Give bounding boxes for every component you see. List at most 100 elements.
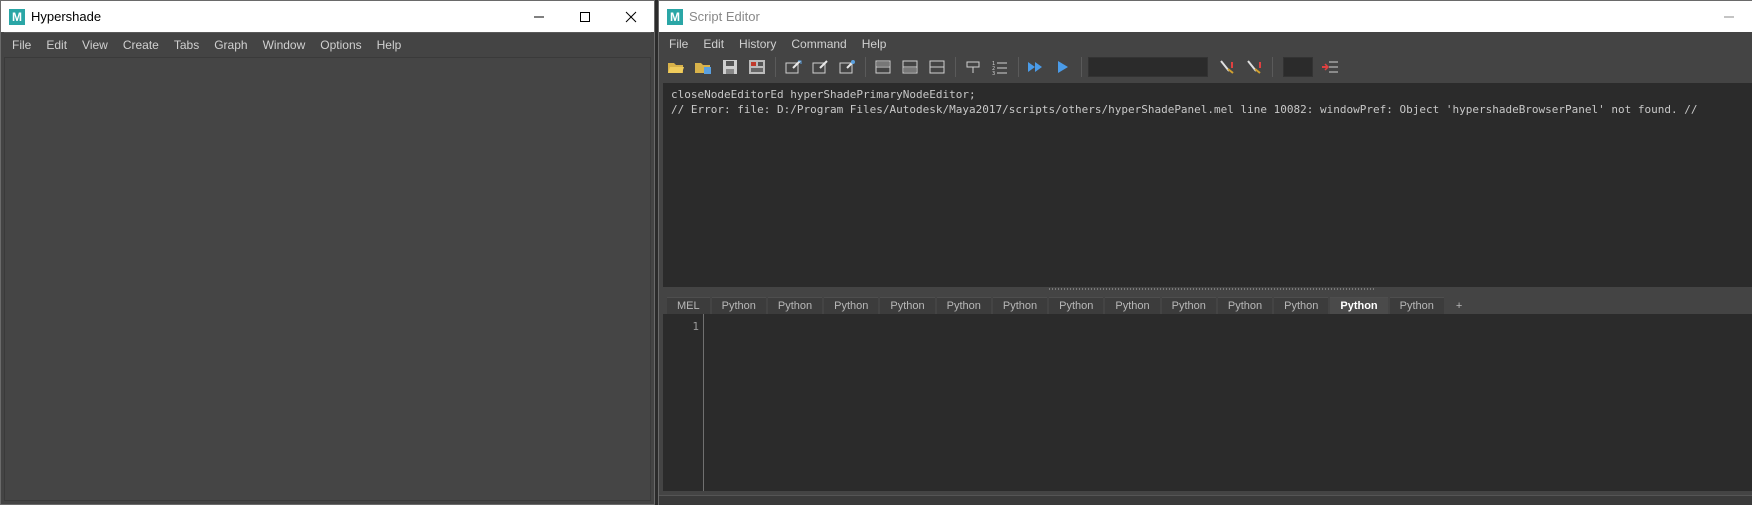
script-editor-titlebar[interactable]: M Script Editor bbox=[659, 1, 1752, 32]
maya-icon: M bbox=[667, 8, 683, 25]
tab-python-active[interactable]: Python bbox=[1330, 297, 1388, 314]
window-title: Hypershade bbox=[31, 9, 102, 24]
line-number-gutter: 1 bbox=[663, 314, 704, 491]
clear-history-icon bbox=[785, 60, 802, 74]
save-script-button[interactable] bbox=[719, 57, 741, 77]
minimize-button[interactable] bbox=[516, 1, 562, 32]
search-field[interactable] bbox=[1088, 57, 1208, 77]
svg-text:3: 3 bbox=[992, 71, 995, 75]
source-script-button[interactable] bbox=[692, 57, 714, 77]
clear-all-icon bbox=[839, 60, 855, 74]
tab-python[interactable]: Python bbox=[1274, 297, 1329, 314]
maximize-icon bbox=[580, 11, 590, 22]
toolbar-separator bbox=[865, 57, 866, 77]
hypershade-menubar: File Edit View Create Tabs Graph Window … bbox=[4, 32, 651, 57]
pane-splitter[interactable] bbox=[1049, 288, 1374, 290]
tab-python[interactable]: Python bbox=[992, 297, 1048, 314]
hypershade-window: M Hypershade File Edit View Create Tabs … bbox=[0, 0, 655, 505]
clear-all-button[interactable] bbox=[836, 57, 858, 77]
goto-line-field[interactable] bbox=[1283, 57, 1313, 77]
maya-icon: M bbox=[9, 8, 25, 25]
show-input-only-button[interactable] bbox=[899, 57, 921, 77]
tab-python[interactable]: Python bbox=[880, 297, 935, 314]
tab-python[interactable]: Python bbox=[767, 297, 823, 314]
minimize-icon bbox=[534, 16, 544, 17]
execute-button[interactable] bbox=[1052, 57, 1074, 77]
search-down-icon bbox=[1247, 60, 1261, 74]
tab-python[interactable]: Python bbox=[711, 297, 766, 314]
folder-open-icon bbox=[668, 63, 684, 73]
script-editor-toolbar: 123 bbox=[659, 54, 1752, 80]
menu-view[interactable]: View bbox=[82, 38, 108, 52]
script-editor-menubar: File Edit History Command Help bbox=[659, 32, 1752, 56]
toolbar-separator bbox=[1018, 57, 1019, 77]
line-numbers-button[interactable]: 123 bbox=[989, 57, 1011, 77]
clear-history-button[interactable] bbox=[782, 57, 804, 77]
close-button[interactable] bbox=[608, 1, 654, 32]
tab-python[interactable]: Python bbox=[1389, 297, 1444, 314]
tab-python[interactable]: Python bbox=[1161, 297, 1216, 314]
toolbar-separator bbox=[1081, 57, 1082, 77]
menu-file[interactable]: File bbox=[669, 37, 688, 51]
goto-line-button[interactable] bbox=[1319, 57, 1341, 77]
history-line-error: // Error: file: D:/Program Files/Autodes… bbox=[671, 103, 1698, 116]
script-input-editor[interactable]: 1 bbox=[663, 314, 1752, 491]
goto-line-icon bbox=[1322, 61, 1338, 73]
tab-mel[interactable]: MEL bbox=[667, 297, 710, 314]
history-pane[interactable]: closeNodeEditorEd hyperShadePrimaryNodeE… bbox=[663, 83, 1752, 287]
menu-window[interactable]: Window bbox=[263, 38, 306, 52]
menu-options[interactable]: Options bbox=[320, 38, 361, 52]
minimize-icon bbox=[1724, 16, 1734, 17]
menu-help[interactable]: Help bbox=[377, 38, 402, 52]
execute-icon bbox=[1058, 61, 1068, 73]
menu-graph[interactable]: Graph bbox=[214, 38, 247, 52]
line-number: 1 bbox=[692, 320, 699, 333]
find-next-button[interactable] bbox=[1243, 57, 1265, 77]
menu-edit[interactable]: Edit bbox=[703, 37, 724, 51]
menu-create[interactable]: Create bbox=[123, 38, 159, 52]
editor-scrollbar[interactable] bbox=[659, 495, 1752, 505]
menu-command[interactable]: Command bbox=[791, 37, 846, 51]
search-up-icon bbox=[1220, 60, 1234, 74]
save-icon bbox=[723, 60, 737, 74]
execute-all-icon bbox=[1028, 62, 1042, 72]
find-previous-button[interactable] bbox=[1216, 57, 1238, 77]
menu-file[interactable]: File bbox=[12, 38, 31, 52]
toolbar-separator bbox=[775, 57, 776, 77]
tab-python[interactable]: Python bbox=[1217, 297, 1273, 314]
folder-source-icon bbox=[695, 63, 711, 74]
menu-edit[interactable]: Edit bbox=[46, 38, 67, 52]
history-line: closeNodeEditorEd hyperShadePrimaryNodeE… bbox=[671, 88, 976, 101]
close-icon bbox=[625, 11, 637, 22]
minimize-button[interactable] bbox=[1706, 1, 1752, 32]
tab-python[interactable]: Python bbox=[824, 297, 879, 314]
menu-history[interactable]: History bbox=[739, 37, 776, 51]
echo-commands-button[interactable] bbox=[962, 57, 984, 77]
script-editor-window: M Script Editor File Edit History Comman… bbox=[658, 0, 1752, 505]
tab-python[interactable]: Python bbox=[1105, 297, 1160, 314]
menu-tabs[interactable]: Tabs bbox=[174, 38, 199, 52]
add-tab-button[interactable]: + bbox=[1446, 298, 1472, 314]
show-both-button[interactable] bbox=[926, 57, 948, 77]
tab-python[interactable]: Python bbox=[1049, 297, 1104, 314]
toolbar-separator bbox=[955, 57, 956, 77]
layout-history-icon bbox=[875, 60, 891, 74]
execute-all-button[interactable] bbox=[1025, 57, 1047, 77]
layout-both-icon bbox=[929, 60, 945, 74]
window-title: Script Editor bbox=[689, 9, 760, 24]
save-to-shelf-button[interactable] bbox=[746, 57, 768, 77]
save-shelf-icon bbox=[749, 60, 765, 74]
clear-input-button[interactable] bbox=[809, 57, 831, 77]
hypershade-panel[interactable] bbox=[4, 57, 651, 501]
menu-help[interactable]: Help bbox=[862, 37, 887, 51]
script-tabs: MEL Python Python Python Python Python P… bbox=[667, 297, 1752, 314]
clear-input-icon bbox=[812, 60, 828, 74]
maximize-button[interactable] bbox=[562, 1, 608, 32]
open-script-button[interactable] bbox=[665, 57, 687, 77]
line-numbers-icon: 123 bbox=[992, 61, 1007, 75]
hypershade-titlebar[interactable]: M Hypershade bbox=[1, 1, 654, 32]
echo-commands-icon bbox=[966, 61, 980, 73]
tab-python[interactable]: Python bbox=[936, 297, 991, 314]
show-history-only-button[interactable] bbox=[872, 57, 894, 77]
layout-input-icon bbox=[902, 60, 918, 74]
